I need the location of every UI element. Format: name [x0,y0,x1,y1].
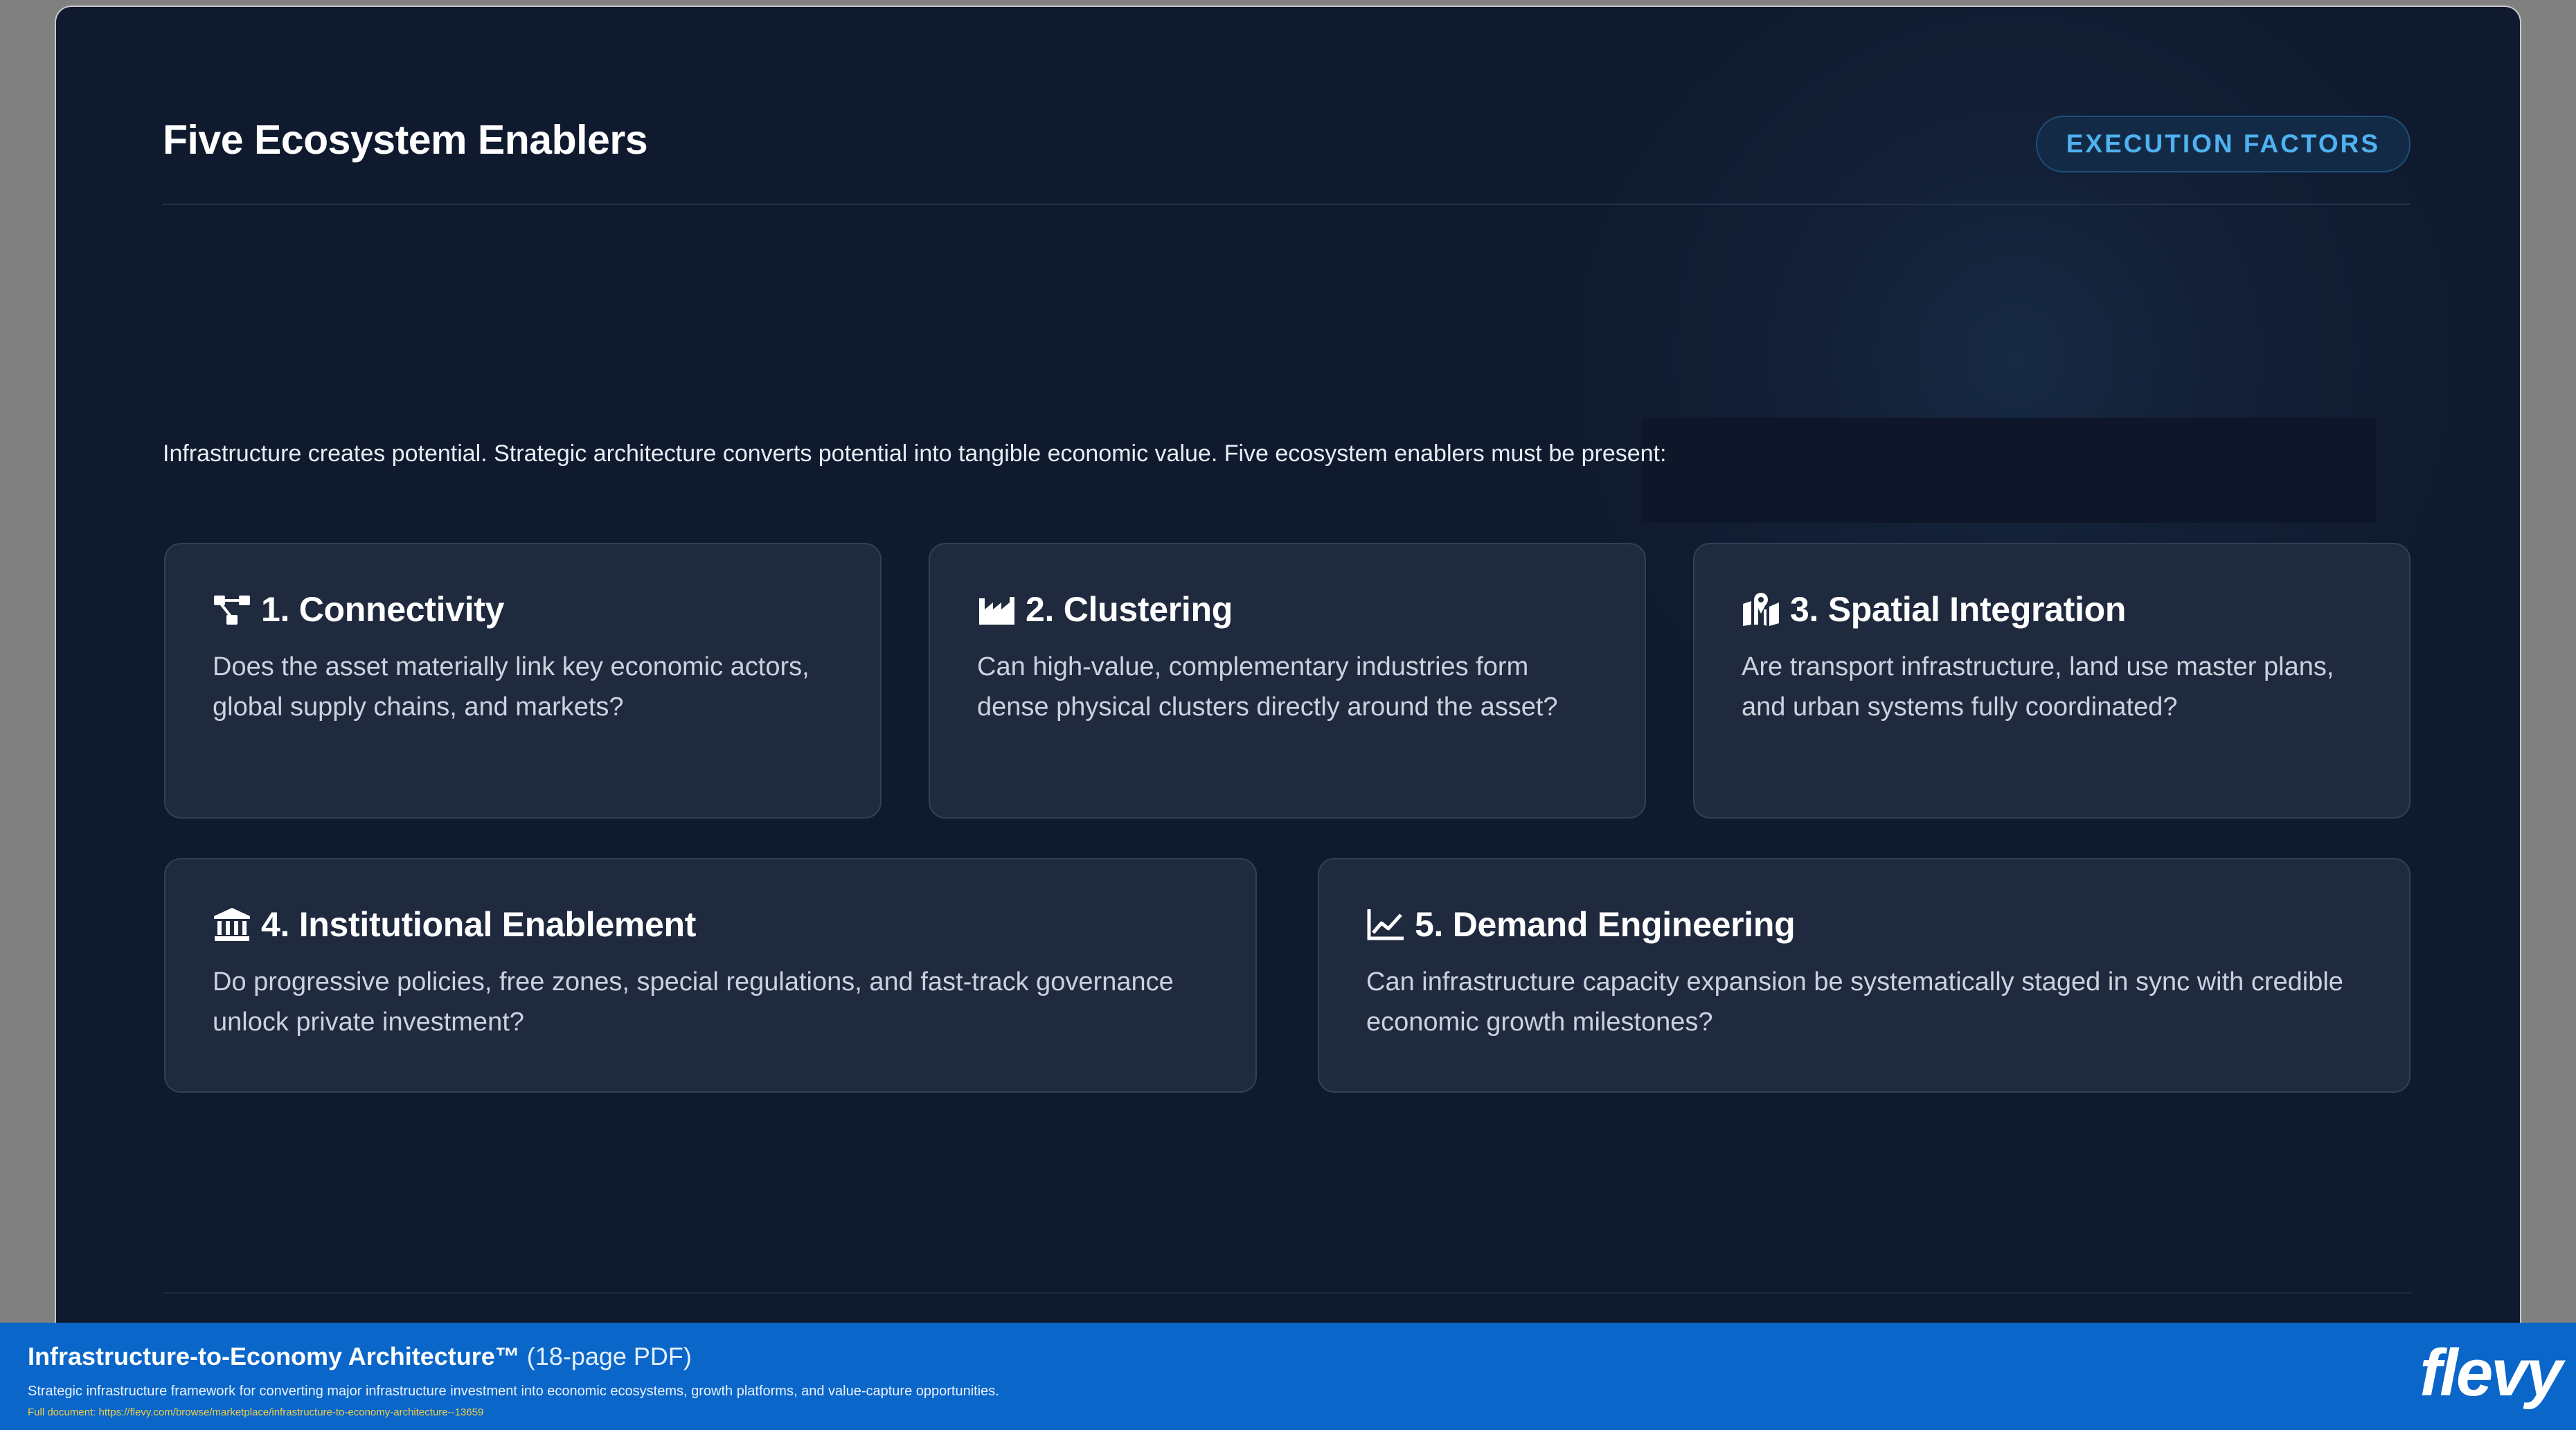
footer-description: Strategic infrastructure framework for c… [28,1384,999,1399]
card-description: Are transport infrastructure, land use m… [1742,652,2334,722]
card-description: Do progressive policies, free zones, spe… [213,967,1174,1037]
document-link[interactable]: Full document: https://flevy.com/browse/… [28,1406,483,1418]
slide: Five Ecosystem Enablers EXECUTION FACTOR… [56,7,2520,1323]
bottom-divider [163,1292,2410,1294]
card-description: Can high-value, complementary industries… [977,652,1558,722]
flevy-logo[interactable]: flevy [2420,1335,2563,1411]
network-icon [213,591,251,627]
decorative-band [1642,418,2376,523]
card-title: 4. Institutional Enablement [261,905,697,944]
card-connectivity: 1. Connectivity Does the asset materiall… [164,543,882,819]
map-location-icon [1742,591,1780,627]
card-title: 5. Demand Engineering [1415,905,1796,944]
card-spatial-integration: 3. Spatial Integration Are transport inf… [1693,543,2410,819]
card-institutional-enablement: 4. Institutional Enablement Do progressi… [164,858,1257,1093]
chart-line-icon [1366,906,1405,942]
card-title: 3. Spatial Integration [1790,590,2127,629]
industry-icon [977,591,1016,627]
page-count: (18-page PDF) [526,1342,692,1370]
execution-factors-badge: EXECUTION FACTORS [2035,116,2410,172]
document-footer-banner: Infrastructure-to-Economy Architecture™ … [0,1323,2576,1430]
page-title: Five Ecosystem Enablers [163,117,648,163]
card-description: Can infrastructure capacity expansion be… [1366,967,2343,1037]
header-divider [163,204,2410,205]
card-description: Does the asset materially link key econo… [213,652,810,722]
card-title: 2. Clustering [1026,590,1233,629]
card-title: 1. Connectivity [261,590,505,629]
landmark-icon [213,906,251,942]
card-clustering: 2. Clustering Can high-value, complement… [929,543,1646,819]
card-demand-engineering: 5. Demand Engineering Can infrastructure… [1318,858,2410,1093]
document-title: Infrastructure-to-Economy Architecture™ [28,1342,520,1370]
footer-title: Infrastructure-to-Economy Architecture™ … [28,1342,692,1371]
intro-text: Infrastructure creates potential. Strate… [163,440,1667,467]
